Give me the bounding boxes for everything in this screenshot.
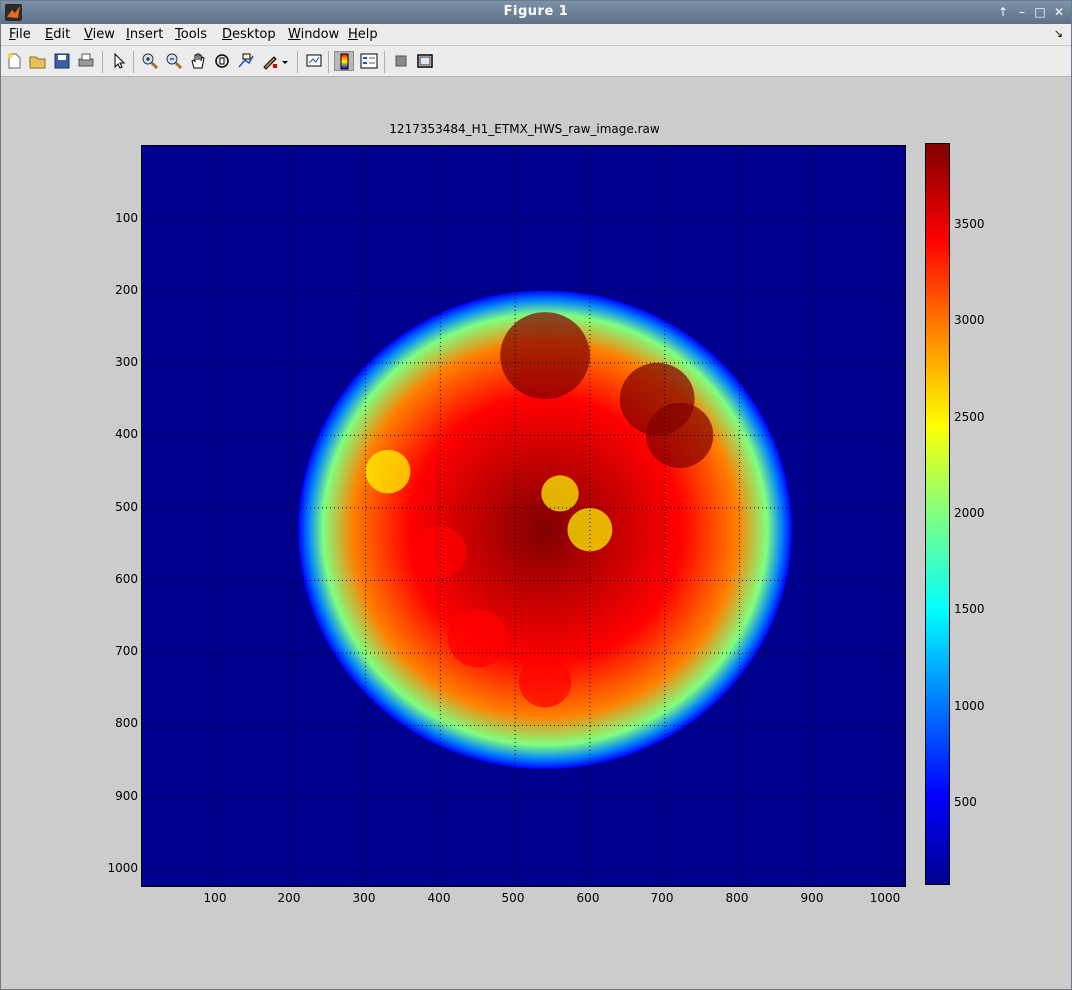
window-maximize-button[interactable]: □: [1032, 4, 1048, 20]
y-tick-label: 1000: [107, 861, 138, 875]
x-tick-label: 400: [427, 891, 451, 905]
toolbar-separator: [384, 51, 385, 73]
intensity-patch: [447, 609, 508, 668]
colorbar[interactable]: [925, 143, 950, 885]
x-tick-label: 300: [352, 891, 376, 905]
figure-canvas[interactable]: 1217353484_H1_ETMX_HWS_raw_image.raw 100…: [2, 78, 1071, 989]
show-plot-tools-icon[interactable]: [415, 51, 435, 71]
x-tick-label: 500: [501, 891, 525, 905]
y-tick-label: 600: [115, 572, 138, 586]
x-tick-label: 800: [725, 891, 749, 905]
x-tick-label: 700: [650, 891, 674, 905]
menu-insert[interactable]: Insert: [126, 27, 163, 42]
y-tick-label: 500: [115, 500, 138, 514]
x-tick-label: 1000: [869, 891, 901, 905]
y-tick-label: 100: [115, 211, 138, 225]
intensity-patch: [500, 312, 590, 400]
figure-toolbar: [1, 46, 1071, 77]
y-tick-label: 800: [115, 716, 138, 730]
y-tick-label: 400: [115, 427, 138, 441]
window-close-button[interactable]: ✕: [1051, 4, 1067, 20]
colorbar-icon[interactable]: [334, 51, 354, 71]
rotate-3d-icon[interactable]: [212, 51, 232, 71]
print-icon[interactable]: [76, 51, 96, 71]
intensity-patch: [414, 526, 467, 577]
x-tick-label: 600: [576, 891, 600, 905]
colorbar-tick-label: 2500: [954, 410, 985, 424]
pan-hand-icon[interactable]: [188, 51, 208, 71]
y-tick-label: 700: [115, 644, 138, 658]
window-raise-button[interactable]: ↑: [995, 4, 1011, 20]
menu-edit[interactable]: Edit: [45, 27, 70, 42]
zoom-out-icon[interactable]: [164, 51, 184, 71]
image-axes[interactable]: [141, 145, 906, 887]
x-tick-label: 900: [800, 891, 824, 905]
colorbar-tick-label: 3500: [954, 217, 985, 231]
window-minimize-button[interactable]: –: [1014, 4, 1030, 20]
menu-window[interactable]: Window: [288, 27, 339, 42]
menu-help[interactable]: Help: [348, 27, 378, 42]
link-plot-icon[interactable]: [304, 51, 324, 71]
colorbar-tick-label: 500: [954, 795, 977, 809]
toolbar-separator: [102, 51, 103, 73]
select-arrow-icon[interactable]: [109, 51, 129, 71]
colorbar-tick-label: 3000: [954, 313, 985, 327]
open-file-icon[interactable]: [28, 51, 48, 71]
title-bar[interactable]: Figure 1 ↑ – □ ✕: [1, 1, 1071, 24]
figure-window: Figure 1 ↑ – □ ✕ File Edit View Insert T…: [0, 0, 1072, 990]
brush-icon[interactable]: [260, 51, 280, 71]
colorbar-tick-label: 2000: [954, 506, 985, 520]
intensity-patch: [541, 475, 579, 512]
colorbar-tick-label: 1500: [954, 602, 985, 616]
brush-dropdown-icon[interactable]: [280, 51, 290, 71]
toolbar-separator: [133, 51, 134, 73]
intensity-patch: [646, 402, 714, 469]
plot-title: 1217353484_H1_ETMX_HWS_raw_image.raw: [389, 122, 660, 136]
y-tick-label: 300: [115, 355, 138, 369]
zoom-in-icon[interactable]: [140, 51, 160, 71]
menu-dock-icon[interactable]: ↘: [1054, 27, 1063, 40]
y-tick-label: 900: [115, 789, 138, 803]
x-tick-label: 200: [277, 891, 301, 905]
hide-plot-tools-icon[interactable]: [391, 51, 411, 71]
x-tick-label: 100: [203, 891, 227, 905]
save-icon[interactable]: [52, 51, 72, 71]
data-cursor-icon[interactable]: [236, 51, 256, 71]
new-figure-icon[interactable]: [4, 51, 24, 71]
intensity-patch: [518, 656, 572, 708]
legend-icon[interactable]: [359, 51, 379, 71]
toolbar-separator: [328, 51, 329, 73]
colorbar-tick-label: 1000: [954, 699, 985, 713]
y-tick-label: 200: [115, 283, 138, 297]
menu-view[interactable]: View: [84, 27, 115, 42]
intensity-patch: [365, 449, 411, 494]
toolbar-separator: [297, 51, 298, 73]
window-title: Figure 1: [503, 4, 569, 19]
menu-file[interactable]: File: [9, 27, 31, 42]
heatmap-image: [142, 146, 905, 886]
menu-tools[interactable]: Tools: [175, 27, 207, 42]
menu-desktop[interactable]: Desktop: [222, 27, 276, 42]
menu-bar: File Edit View Insert Tools Desktop Wind…: [1, 24, 1071, 46]
